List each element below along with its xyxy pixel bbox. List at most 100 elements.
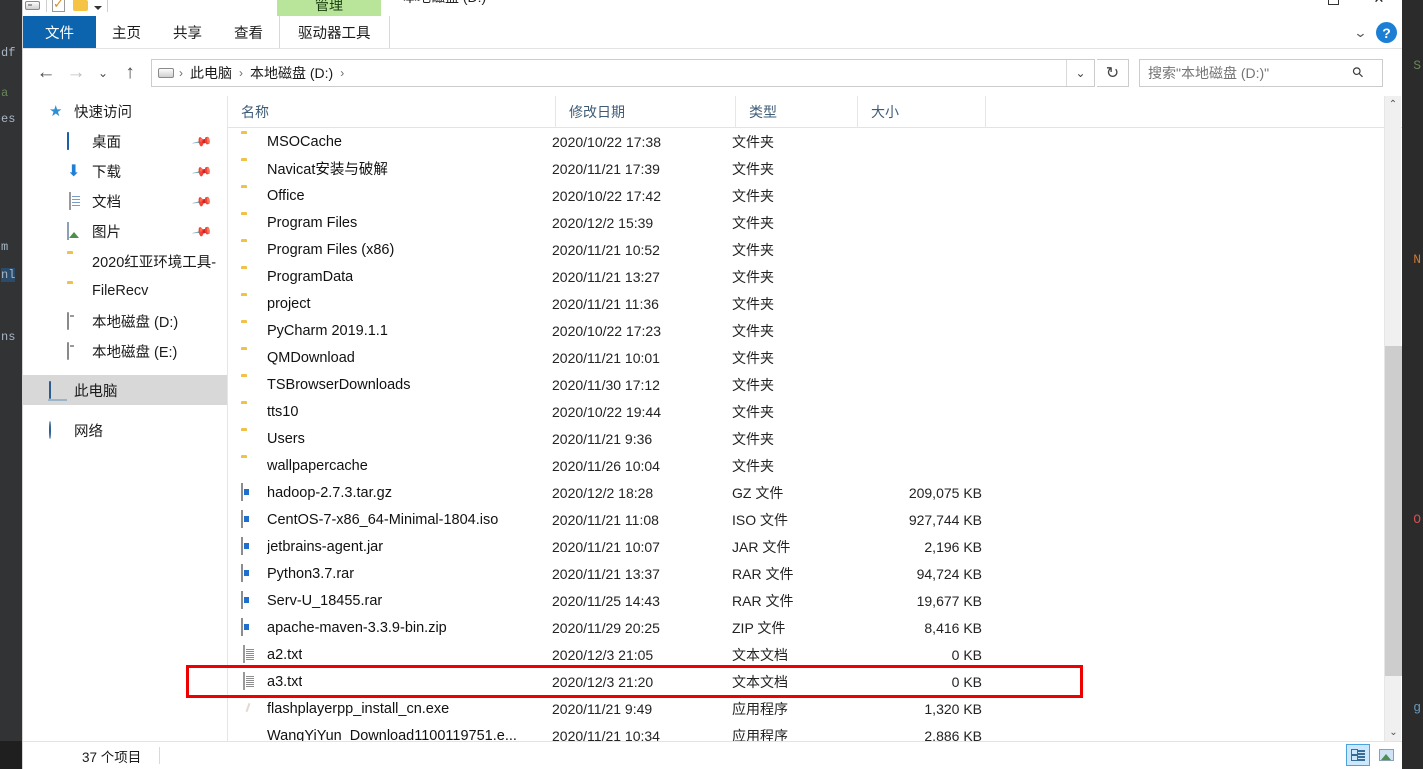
contextual-tab-manage[interactable]: 管理 <box>277 0 381 16</box>
table-row[interactable]: Users 2020/11/21 9:36 文件夹 <box>228 425 1402 452</box>
table-row[interactable]: tts10 2020/10/22 19:44 文件夹 <box>228 398 1402 425</box>
table-row[interactable]: Navicat安装与破解 2020/11/21 17:39 文件夹 <box>228 155 1402 182</box>
address-bar[interactable]: › 此电脑 › 本地磁盘 (D:) › ⌄ <box>151 58 1095 87</box>
cell-name[interactable]: Program Files (x86) <box>228 241 552 258</box>
breadcrumb-local-disk-d[interactable]: 本地磁盘 (D:) <box>246 63 337 83</box>
tab-share[interactable]: 共享 <box>157 16 218 48</box>
table-row[interactable]: MSOCache 2020/10/22 17:38 文件夹 <box>228 128 1402 155</box>
table-row[interactable]: WangYiYun_Download1100119751.e... 2020/11… <box>228 722 1402 742</box>
cell-name[interactable]: a2.txt <box>228 645 552 663</box>
recent-locations-button[interactable]: ⌄ <box>91 58 115 88</box>
tab-drive-tools[interactable]: 驱动器工具 <box>279 16 390 48</box>
cell-name[interactable]: Users <box>228 430 552 447</box>
table-row[interactable]: flashplayerpp_install_cn.exe 2020/11/21 9… <box>228 695 1402 722</box>
scroll-up-button[interactable]: ⌃ <box>1385 96 1401 113</box>
sidebar-item-desktop[interactable]: 桌面 📌 <box>23 126 227 156</box>
cell-name[interactable]: TSBrowserDownloads <box>228 376 552 393</box>
search-input[interactable] <box>1148 64 1353 81</box>
back-button[interactable]: ← <box>31 58 61 88</box>
breadcrumb-separator[interactable]: › <box>337 66 347 80</box>
chevron-down-icon[interactable] <box>94 5 102 10</box>
cell-name[interactable]: a3.txt <box>228 672 552 690</box>
cell-name[interactable]: Serv-U_18455.rar <box>228 591 552 609</box>
details-view-button[interactable] <box>1346 744 1370 766</box>
cell-date-modified: 2020/11/21 13:27 <box>552 268 660 285</box>
cell-name[interactable]: PyCharm 2019.1.1 <box>228 322 552 339</box>
pin-icon[interactable]: 📌 <box>191 161 213 183</box>
cell-name[interactable]: project <box>228 295 552 312</box>
cell-name[interactable]: flashplayerpp_install_cn.exe <box>228 700 552 717</box>
table-row[interactable]: hadoop-2.7.3.tar.gz 2020/12/2 18:28 GZ 文件 2… <box>228 479 1402 506</box>
table-row[interactable]: Office 2020/10/22 17:42 文件夹 <box>228 182 1402 209</box>
cell-name[interactable]: CentOS-7-x86_64-Minimal-1804.iso <box>228 510 552 528</box>
cell-name[interactable]: WangYiYun_Download1100119751.e... <box>228 727 552 742</box>
table-row[interactable]: ProgramData 2020/11/21 13:27 文件夹 <box>228 263 1402 290</box>
cell-name[interactable]: wallpapercache <box>228 457 552 474</box>
checkbox-icon[interactable] <box>52 0 68 13</box>
file-name-label: project <box>267 295 311 312</box>
table-row[interactable]: Serv-U_18455.rar 2020/11/25 14:43 RAR 文件 19… <box>228 587 1402 614</box>
table-row[interactable]: Program Files (x86) 2020/11/21 10:52 文件夹 <box>228 236 1402 263</box>
cell-name[interactable]: hadoop-2.7.3.tar.gz <box>228 483 552 501</box>
table-row[interactable]: PyCharm 2019.1.1 2020/10/22 17:23 文件夹 <box>228 317 1402 344</box>
sidebar-item-pictures[interactable]: 图片 📌 <box>23 216 227 246</box>
scrollbar-thumb[interactable] <box>1385 346 1402 676</box>
cell-name[interactable]: tts10 <box>228 403 552 420</box>
sidebar-item-local-disk-e[interactable]: 本地磁盘 (E:) <box>23 336 227 366</box>
close-button[interactable]: ✕ <box>1356 0 1402 12</box>
table-row[interactable]: a2.txt 2020/12/3 21:05 文本文档 0 KB <box>228 641 1402 668</box>
vertical-scrollbar[interactable]: ⌃ ⌄ <box>1384 96 1402 741</box>
forward-button[interactable]: → <box>61 58 91 88</box>
table-row[interactable]: jetbrains-agent.jar 2020/11/21 10:07 JAR 文… <box>228 533 1402 560</box>
help-icon[interactable]: ? <box>1376 22 1397 43</box>
table-row[interactable]: wallpapercache 2020/11/26 10:04 文件夹 <box>228 452 1402 479</box>
sidebar-item-quick-access[interactable]: ★ 快速访问 <box>23 96 227 126</box>
chevron-down-icon[interactable]: ⌄ <box>1353 25 1367 41</box>
sidebar-item-documents[interactable]: 文档 📌 <box>23 186 227 216</box>
cell-name[interactable]: Program Files <box>228 214 552 231</box>
folder-icon[interactable] <box>73 0 89 13</box>
cell-name[interactable]: Navicat安装与破解 <box>228 158 552 179</box>
column-header-size[interactable]: 大小 <box>858 96 986 128</box>
sidebar-item-downloads[interactable]: ⬇ 下载 📌 <box>23 156 227 186</box>
tab-file[interactable]: 文件 <box>23 16 96 48</box>
cell-name[interactable]: Python3.7.rar <box>228 564 552 582</box>
table-row[interactable]: QMDownload 2020/11/21 10:01 文件夹 <box>228 344 1402 371</box>
tab-home[interactable]: 主页 <box>96 16 157 48</box>
file-name-label: Users <box>267 430 305 447</box>
column-header-type[interactable]: 类型 ⌃ <box>736 96 858 128</box>
tab-view[interactable]: 查看 <box>218 16 279 48</box>
sidebar-item-this-pc[interactable]: 此电脑 <box>23 375 227 405</box>
table-row[interactable]: apache-maven-3.3.9-bin.zip 2020/11/29 20:… <box>228 614 1402 641</box>
cell-name[interactable]: apache-maven-3.3.9-bin.zip <box>228 618 552 636</box>
column-header-name[interactable]: 名称 <box>228 96 556 128</box>
table-row[interactable]: CentOS-7-x86_64-Minimal-1804.iso 2020/11/… <box>228 506 1402 533</box>
cell-name[interactable]: ProgramData <box>228 268 552 285</box>
cell-name[interactable]: jetbrains-agent.jar <box>228 537 552 555</box>
cell-name[interactable]: QMDownload <box>228 349 552 366</box>
sidebar-item-filerecv[interactable]: FileRecv <box>23 276 227 306</box>
sidebar-item-local-disk-d[interactable]: 本地磁盘 (D:) <box>23 306 227 336</box>
table-row[interactable]: Python3.7.rar 2020/11/21 13:37 RAR 文件 94,72… <box>228 560 1402 587</box>
large-icons-view-button[interactable] <box>1374 744 1398 766</box>
search-box[interactable]: ⚲ <box>1139 58 1383 87</box>
drive-icon[interactable] <box>25 0 41 13</box>
sidebar-item-network[interactable]: 网络 <box>23 415 227 445</box>
table-row[interactable]: TSBrowserDownloads 2020/11/30 17:12 文件夹 <box>228 371 1402 398</box>
refresh-button[interactable]: ↻ <box>1097 58 1129 87</box>
column-header-date-modified[interactable]: 修改日期 <box>556 96 736 128</box>
cell-name[interactable]: Office <box>228 187 552 204</box>
scroll-down-button[interactable]: ⌄ <box>1385 724 1402 741</box>
pin-icon[interactable]: 📌 <box>191 191 213 213</box>
table-row[interactable]: Program Files 2020/12/2 15:39 文件夹 <box>228 209 1402 236</box>
address-dropdown-button[interactable]: ⌄ <box>1066 59 1094 86</box>
cell-name[interactable]: MSOCache <box>228 133 552 150</box>
maximize-button[interactable] <box>1310 0 1356 12</box>
pin-icon[interactable]: 📌 <box>191 131 213 153</box>
sidebar-item-hongya-tools[interactable]: 2020红亚环境工具- <box>23 246 227 276</box>
pin-icon[interactable]: 📌 <box>191 221 213 243</box>
up-button[interactable]: ↑ <box>115 58 145 88</box>
breadcrumb-this-pc[interactable]: 此电脑 <box>186 63 236 83</box>
table-row[interactable]: project 2020/11/21 11:36 文件夹 <box>228 290 1402 317</box>
table-row[interactable]: a3.txt 2020/12/3 21:20 文本文档 0 KB <box>228 668 1402 695</box>
